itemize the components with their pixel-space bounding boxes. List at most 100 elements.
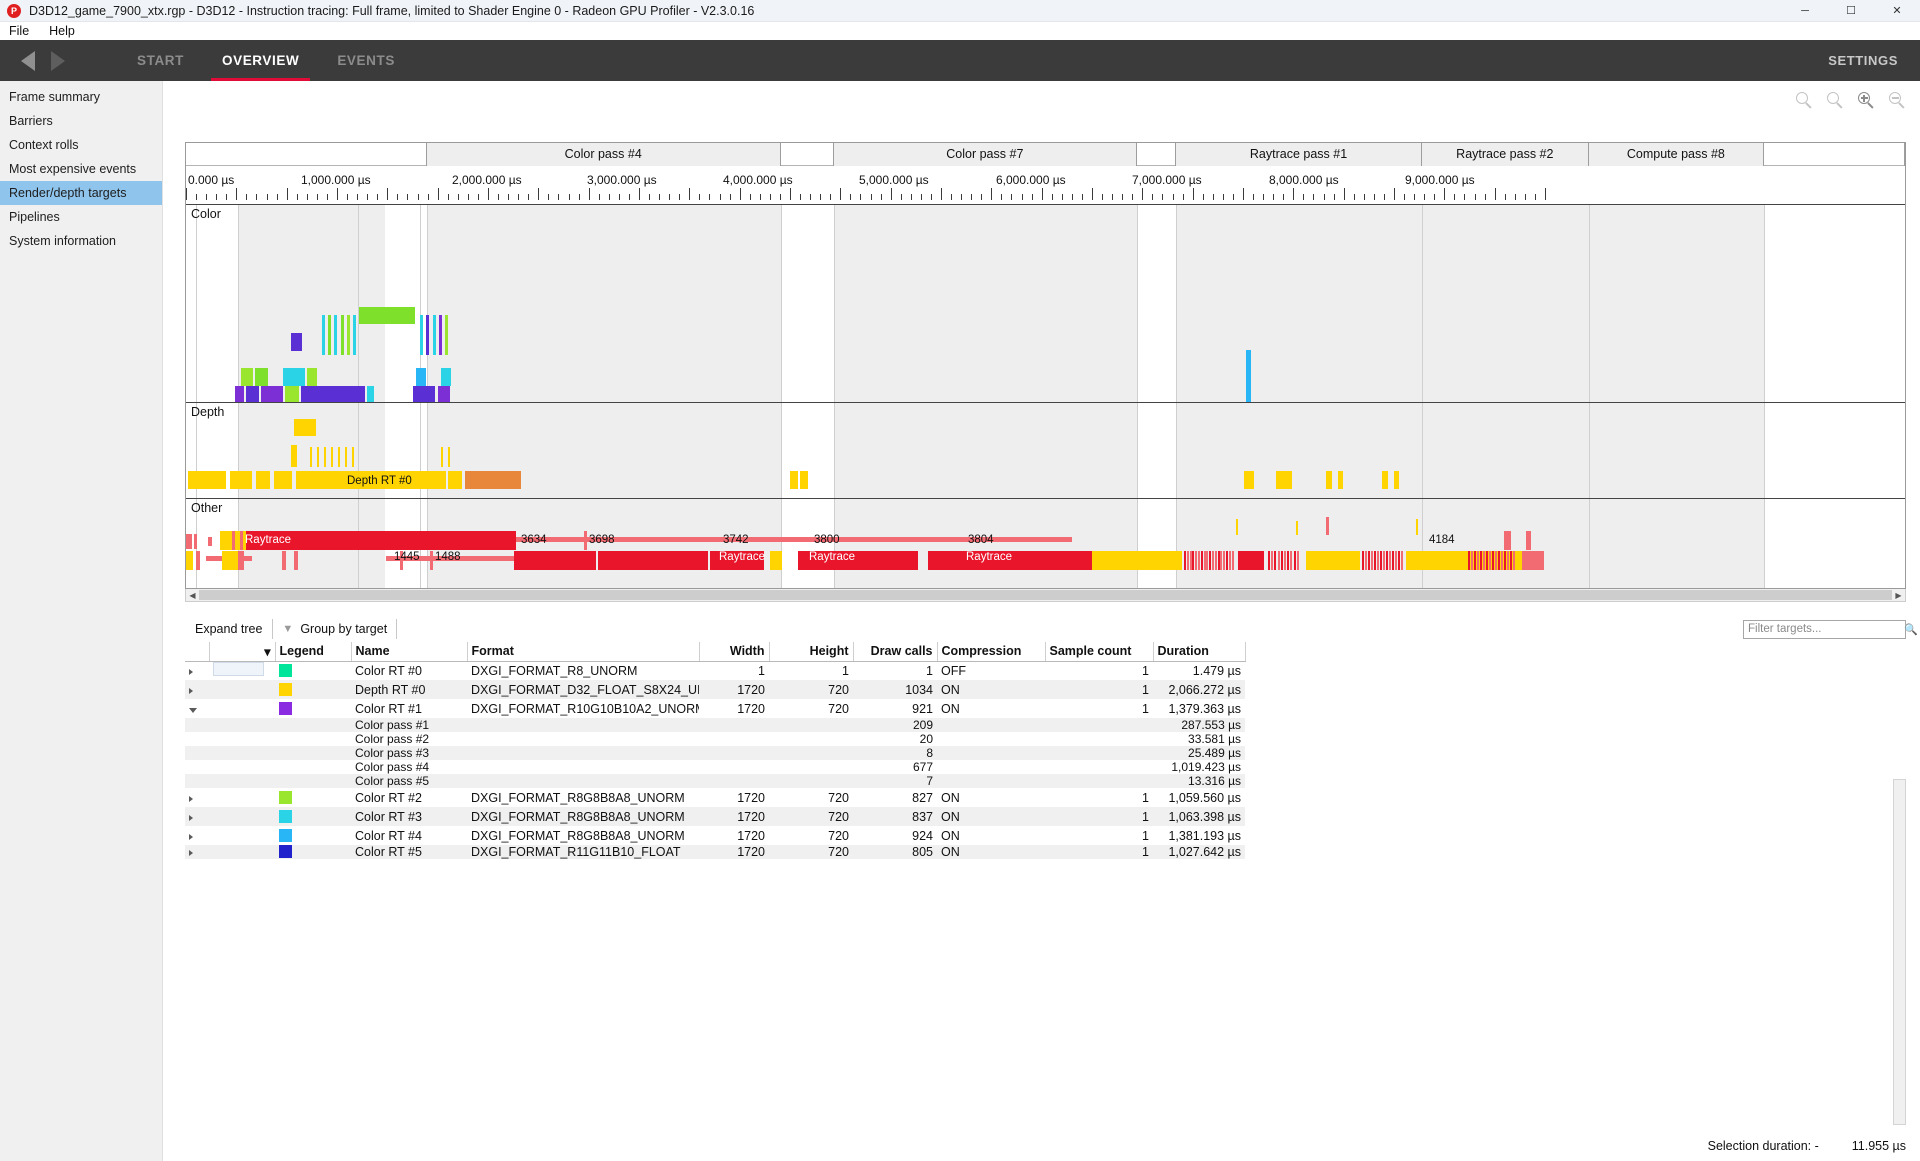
timeline-event-bar[interactable] xyxy=(1296,551,1299,570)
timeline-event-bar[interactable] xyxy=(1203,551,1206,570)
timeline-event-bar[interactable] xyxy=(1401,551,1403,570)
timeline-event-bar[interactable] xyxy=(1510,551,1512,570)
timeline-event-bar[interactable] xyxy=(1271,551,1274,570)
tab-events[interactable]: EVENTS xyxy=(318,40,414,81)
timeline-event-bar[interactable] xyxy=(1362,551,1364,570)
timeline-event-bar[interactable] xyxy=(1189,551,1192,570)
timeline-event-bar[interactable] xyxy=(317,447,319,467)
timeline-event-bar[interactable] xyxy=(261,386,283,402)
timeline-event-bar[interactable] xyxy=(1498,551,1500,570)
pass-segment-color-pass-7[interactable]: Color pass #7 xyxy=(834,143,1137,166)
sidebar-item-context-rolls[interactable]: Context rolls xyxy=(0,133,162,157)
timeline-event-bar[interactable] xyxy=(448,471,462,489)
tab-start[interactable]: START xyxy=(118,40,203,81)
timeline-event-bar[interactable] xyxy=(341,315,344,355)
timeline-event-bar[interactable] xyxy=(416,368,426,386)
timeline-event-bar[interactable] xyxy=(1092,551,1182,570)
timeline-event-bar[interactable] xyxy=(1501,551,1503,570)
timeline-event-bar[interactable] xyxy=(310,447,312,467)
zoom-in-icon[interactable] xyxy=(1858,92,1875,109)
timeline-event-bar[interactable] xyxy=(285,386,299,402)
timeline-event-bar[interactable] xyxy=(1526,531,1531,550)
timeline-event-bar[interactable] xyxy=(208,537,212,546)
timeline-event-bar[interactable] xyxy=(1326,471,1332,489)
timeline-event-bar[interactable] xyxy=(1293,551,1296,570)
row-expander-icon[interactable] xyxy=(189,850,193,856)
table-row[interactable]: Color pass #4 677 1,019.423 µs xyxy=(185,760,1245,774)
timeline-event-bar[interactable] xyxy=(1489,551,1491,570)
timeline-event-bar[interactable] xyxy=(1214,551,1217,570)
timeline-event-bar[interactable] xyxy=(598,551,708,570)
expand-tree-button[interactable]: Expand tree xyxy=(185,622,272,636)
row-expander-icon[interactable] xyxy=(189,833,193,840)
timeline-event-bar[interactable] xyxy=(294,551,298,570)
table-row[interactable]: Depth RT #0 DXGI_FORMAT_D32_FLOAT_S8X24_U… xyxy=(185,680,1245,699)
timeline-event-bar[interactable] xyxy=(1200,551,1203,570)
timeline-event-bar[interactable] xyxy=(433,315,436,355)
timeline-event-bar[interactable] xyxy=(1492,551,1494,570)
col-compression[interactable]: Compression xyxy=(937,642,1046,662)
timeline-event-bar[interactable] xyxy=(1223,551,1226,570)
timeline-event-bar[interactable] xyxy=(1192,551,1195,570)
sidebar-item-frame-summary[interactable]: Frame summary xyxy=(0,85,162,109)
col-sort-indicator[interactable]: ▾ xyxy=(209,642,276,662)
col-width[interactable]: Width xyxy=(699,642,770,662)
sidebar-item-render-depth-targets[interactable]: Render/depth targets xyxy=(0,181,162,205)
timeline-event-bar[interactable] xyxy=(359,307,415,324)
search-icon[interactable]: 🔍 xyxy=(1904,623,1918,636)
minimize-button[interactable]: ─ xyxy=(1782,0,1828,22)
col-format[interactable]: Format xyxy=(467,642,700,662)
table-row[interactable]: Color RT #1 DXGI_FORMAT_R10G10B10A2_UNORM… xyxy=(185,699,1245,718)
timeline-event-bar[interactable] xyxy=(1246,350,1251,402)
timeline-event-bar[interactable] xyxy=(1380,551,1382,570)
row-selection-box[interactable] xyxy=(213,662,264,677)
timeline-event-bar[interactable] xyxy=(241,368,253,386)
timeline-band-color[interactable]: Color Color RT #4 Color RT #1 xyxy=(186,204,1905,402)
group-by-target-button[interactable]: ▼ Group by target xyxy=(273,622,396,636)
timeline-event-bar[interactable] xyxy=(1382,471,1388,489)
timeline-event-bar[interactable] xyxy=(1212,551,1214,570)
table-row[interactable]: Color pass #1 209 287.553 µs xyxy=(185,718,1245,732)
timeline-event-bar[interactable] xyxy=(1280,551,1283,570)
col-name[interactable]: Name xyxy=(351,642,468,662)
timeline-event-bar[interactable] xyxy=(441,368,451,386)
timeline-ruler[interactable]: 0.000 µs 1,000.000 µs 2,000.000 µs 3,000… xyxy=(186,166,1905,204)
table-row[interactable]: Color pass #2 20 33.581 µs xyxy=(185,732,1245,746)
timeline-event-bar[interactable] xyxy=(1326,517,1329,535)
row-expander-icon[interactable] xyxy=(189,795,193,802)
timeline-event-bar[interactable] xyxy=(352,447,354,467)
timeline-event-bar[interactable] xyxy=(1206,551,1209,570)
timeline-event-bar[interactable] xyxy=(235,386,244,402)
timeline-event-bar[interactable] xyxy=(1416,519,1418,535)
sidebar-item-most-expensive-events[interactable]: Most expensive events xyxy=(0,157,162,181)
zoom-to-selection-icon[interactable] xyxy=(1796,92,1813,109)
close-button[interactable]: ✕ xyxy=(1874,0,1920,22)
timeline-event-bar[interactable] xyxy=(291,445,297,467)
timeline-event-bar[interactable] xyxy=(1507,551,1509,570)
timeline-event-bar[interactable] xyxy=(1231,551,1234,570)
timeline-event-bar[interactable] xyxy=(324,447,326,467)
timeline-band-other[interactable]: Other Raytrace 3634 3698 3742 3800 3804 … xyxy=(186,498,1905,588)
table-row[interactable]: Color RT #5 DXGI_FORMAT_R11G11B10_FLOAT 17… xyxy=(185,845,1245,859)
timeline-event-bar[interactable] xyxy=(1338,471,1343,489)
timeline-event-bar[interactable] xyxy=(1383,551,1385,570)
timeline-event-bar[interactable] xyxy=(1394,471,1399,489)
timeline-event-bar[interactable] xyxy=(1392,551,1394,570)
timeline-event-bar[interactable] xyxy=(282,551,286,570)
timeline-event-bar[interactable] xyxy=(1195,551,1198,570)
settings-link[interactable]: SETTINGS xyxy=(1828,53,1898,68)
timeline-event-bar[interactable] xyxy=(294,419,316,436)
col-height[interactable]: Height xyxy=(769,642,854,662)
col-draw-calls[interactable]: Draw calls xyxy=(853,642,938,662)
timeline-event-bar[interactable] xyxy=(1386,551,1388,570)
timeline-event-bar[interactable] xyxy=(255,368,268,386)
pass-segment-color-pass-4[interactable]: Color pass #4 xyxy=(426,143,781,166)
timeline-event-bar[interactable] xyxy=(438,386,450,402)
pass-segment-compute-pass-8[interactable]: Compute pass #8 xyxy=(1588,143,1765,166)
col-expander[interactable] xyxy=(185,642,210,662)
timeline-event-bar[interactable] xyxy=(1209,551,1212,570)
nav-forward-icon[interactable] xyxy=(51,50,65,71)
timeline-event-bar[interactable] xyxy=(291,333,302,351)
scroll-left-icon[interactable]: ◀ xyxy=(186,591,199,600)
timeline-event-bar[interactable] xyxy=(1276,471,1292,489)
